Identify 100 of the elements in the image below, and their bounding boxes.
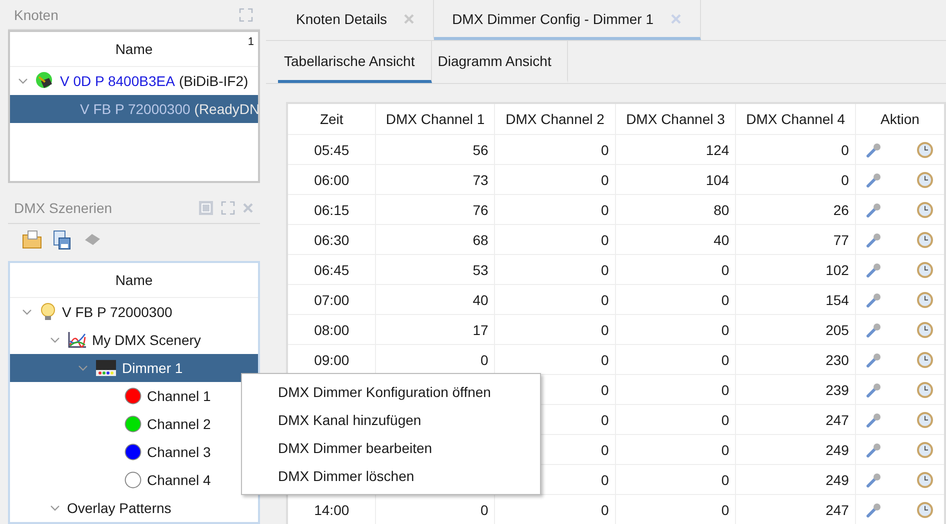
clock-icon[interactable] bbox=[916, 470, 934, 488]
table-cell: 0 bbox=[615, 404, 736, 434]
table-cell: 56 bbox=[376, 134, 495, 164]
table-cell: 0 bbox=[494, 314, 616, 344]
table-cell: 249 bbox=[736, 464, 856, 494]
folder-icon[interactable] bbox=[22, 230, 42, 250]
clock-icon[interactable] bbox=[916, 410, 934, 428]
tree-item[interactable]: Dimmer 1 bbox=[10, 354, 258, 382]
table-cell: 0 bbox=[494, 194, 616, 224]
tree-item[interactable]: V FB P 72000300 bbox=[10, 298, 258, 326]
clock-icon[interactable] bbox=[916, 350, 934, 368]
table-cell: 76 bbox=[376, 194, 495, 224]
restore-icon[interactable] bbox=[198, 200, 214, 216]
table-cell: 05:45 bbox=[287, 134, 376, 164]
wrench-icon[interactable] bbox=[866, 142, 882, 158]
wrench-icon[interactable] bbox=[866, 232, 882, 248]
table-cell: 0 bbox=[494, 164, 616, 194]
table-cell: 06:30 bbox=[287, 224, 376, 254]
clock-icon[interactable] bbox=[916, 320, 934, 338]
view-tab[interactable]: Diagramm Ansicht bbox=[432, 41, 568, 83]
table-cell: 247 bbox=[736, 494, 856, 524]
wrench-icon[interactable] bbox=[866, 262, 882, 278]
wrench-icon[interactable] bbox=[866, 172, 882, 188]
table-cell: 230 bbox=[736, 344, 856, 374]
wrench-icon[interactable] bbox=[866, 382, 882, 398]
table-cell: 0 bbox=[615, 254, 736, 284]
tree-item[interactable]: Overlay Patterns bbox=[10, 494, 258, 522]
table-cell: 247 bbox=[736, 404, 856, 434]
wrench-icon[interactable] bbox=[866, 442, 882, 458]
clock-icon[interactable] bbox=[916, 500, 934, 518]
wrench-icon[interactable] bbox=[866, 472, 882, 488]
table-cell: 154 bbox=[736, 284, 856, 314]
table-cell: 0 bbox=[615, 494, 736, 524]
tree-item[interactable]: My DMX Scenery bbox=[10, 326, 258, 354]
table-cell: 104 bbox=[615, 164, 736, 194]
sort-index: 1 bbox=[248, 36, 254, 48]
wrench-icon[interactable] bbox=[866, 412, 882, 428]
column-header[interactable]: DMX Channel 4 bbox=[736, 103, 856, 134]
column-header[interactable]: DMX Channel 2 bbox=[494, 103, 616, 134]
clock-icon[interactable] bbox=[916, 170, 934, 188]
column-header[interactable]: Aktion bbox=[855, 103, 945, 134]
table-cell: 80 bbox=[615, 194, 736, 224]
save-icon[interactable] bbox=[52, 230, 72, 250]
wrench-icon[interactable] bbox=[866, 502, 882, 518]
table-cell: 102 bbox=[736, 254, 856, 284]
table-cell: 26 bbox=[736, 194, 856, 224]
table-cell: 205 bbox=[736, 314, 856, 344]
table-cell: 0 bbox=[615, 314, 736, 344]
editor-tab[interactable]: DMX Dimmer Config - Dimmer 1 bbox=[434, 0, 701, 40]
table-cell: 06:45 bbox=[287, 254, 376, 284]
wrench-icon[interactable] bbox=[866, 202, 882, 218]
wrench-icon[interactable] bbox=[866, 352, 882, 368]
table-cell: 0 bbox=[736, 164, 856, 194]
column-header[interactable]: DMX Channel 3 bbox=[615, 103, 736, 134]
table-cell: 0 bbox=[494, 254, 616, 284]
clock-icon[interactable] bbox=[916, 290, 934, 308]
table-cell: 07:00 bbox=[287, 284, 376, 314]
chart-icon bbox=[67, 330, 87, 349]
table-cell: 124 bbox=[615, 134, 736, 164]
table-cell: 06:15 bbox=[287, 194, 376, 224]
table-cell: 40 bbox=[376, 284, 495, 314]
table-cell: 0 bbox=[615, 434, 736, 464]
view-tab[interactable]: Tabellarische Ansicht bbox=[278, 41, 432, 83]
clock-icon[interactable] bbox=[916, 200, 934, 218]
table-cell: 08:00 bbox=[287, 314, 376, 344]
table-cell: 0 bbox=[494, 224, 616, 254]
table-cell: 0 bbox=[494, 284, 616, 314]
panel-title: DMX Szenerien bbox=[14, 200, 112, 216]
maximize-icon[interactable] bbox=[238, 6, 254, 23]
maximize-icon[interactable] bbox=[220, 200, 236, 216]
table-cell: 0 bbox=[615, 344, 736, 374]
wrench-icon[interactable] bbox=[866, 322, 882, 338]
column-header[interactable]: DMX Channel 1 bbox=[376, 103, 495, 134]
table-cell: 0 bbox=[615, 464, 736, 494]
clock-icon[interactable] bbox=[916, 140, 934, 158]
panel-title: Knoten bbox=[14, 6, 58, 23]
table-cell: 239 bbox=[736, 374, 856, 404]
clock-icon[interactable] bbox=[916, 230, 934, 248]
clock-icon[interactable] bbox=[916, 380, 934, 398]
column-header[interactable]: Zeit bbox=[287, 103, 376, 134]
table-cell: 0 bbox=[615, 374, 736, 404]
table-cell: 77 bbox=[736, 224, 856, 254]
wrench-icon[interactable] bbox=[866, 292, 882, 308]
bulb-icon bbox=[39, 302, 57, 322]
clock-icon[interactable] bbox=[916, 260, 934, 278]
clock-icon[interactable] bbox=[916, 440, 934, 458]
column-header[interactable]: Name bbox=[10, 262, 258, 298]
table-cell: 249 bbox=[736, 434, 856, 464]
table-cell: 17 bbox=[376, 314, 495, 344]
table-cell: 0 bbox=[615, 284, 736, 314]
table-cell: 53 bbox=[376, 254, 495, 284]
tree-item[interactable]: V 0D P 8400B3EA (BiDiB-IF2) bbox=[10, 67, 258, 96]
table-cell: 06:00 bbox=[287, 164, 376, 194]
table-cell: 73 bbox=[376, 164, 495, 194]
table-cell: 40 bbox=[615, 224, 736, 254]
editor-tab[interactable]: Knoten Details bbox=[278, 0, 434, 40]
table-cell: 0 bbox=[736, 134, 856, 164]
table-cell: 0 bbox=[494, 134, 616, 164]
table-cell: 68 bbox=[376, 224, 495, 254]
dimmer-icon bbox=[95, 358, 117, 377]
